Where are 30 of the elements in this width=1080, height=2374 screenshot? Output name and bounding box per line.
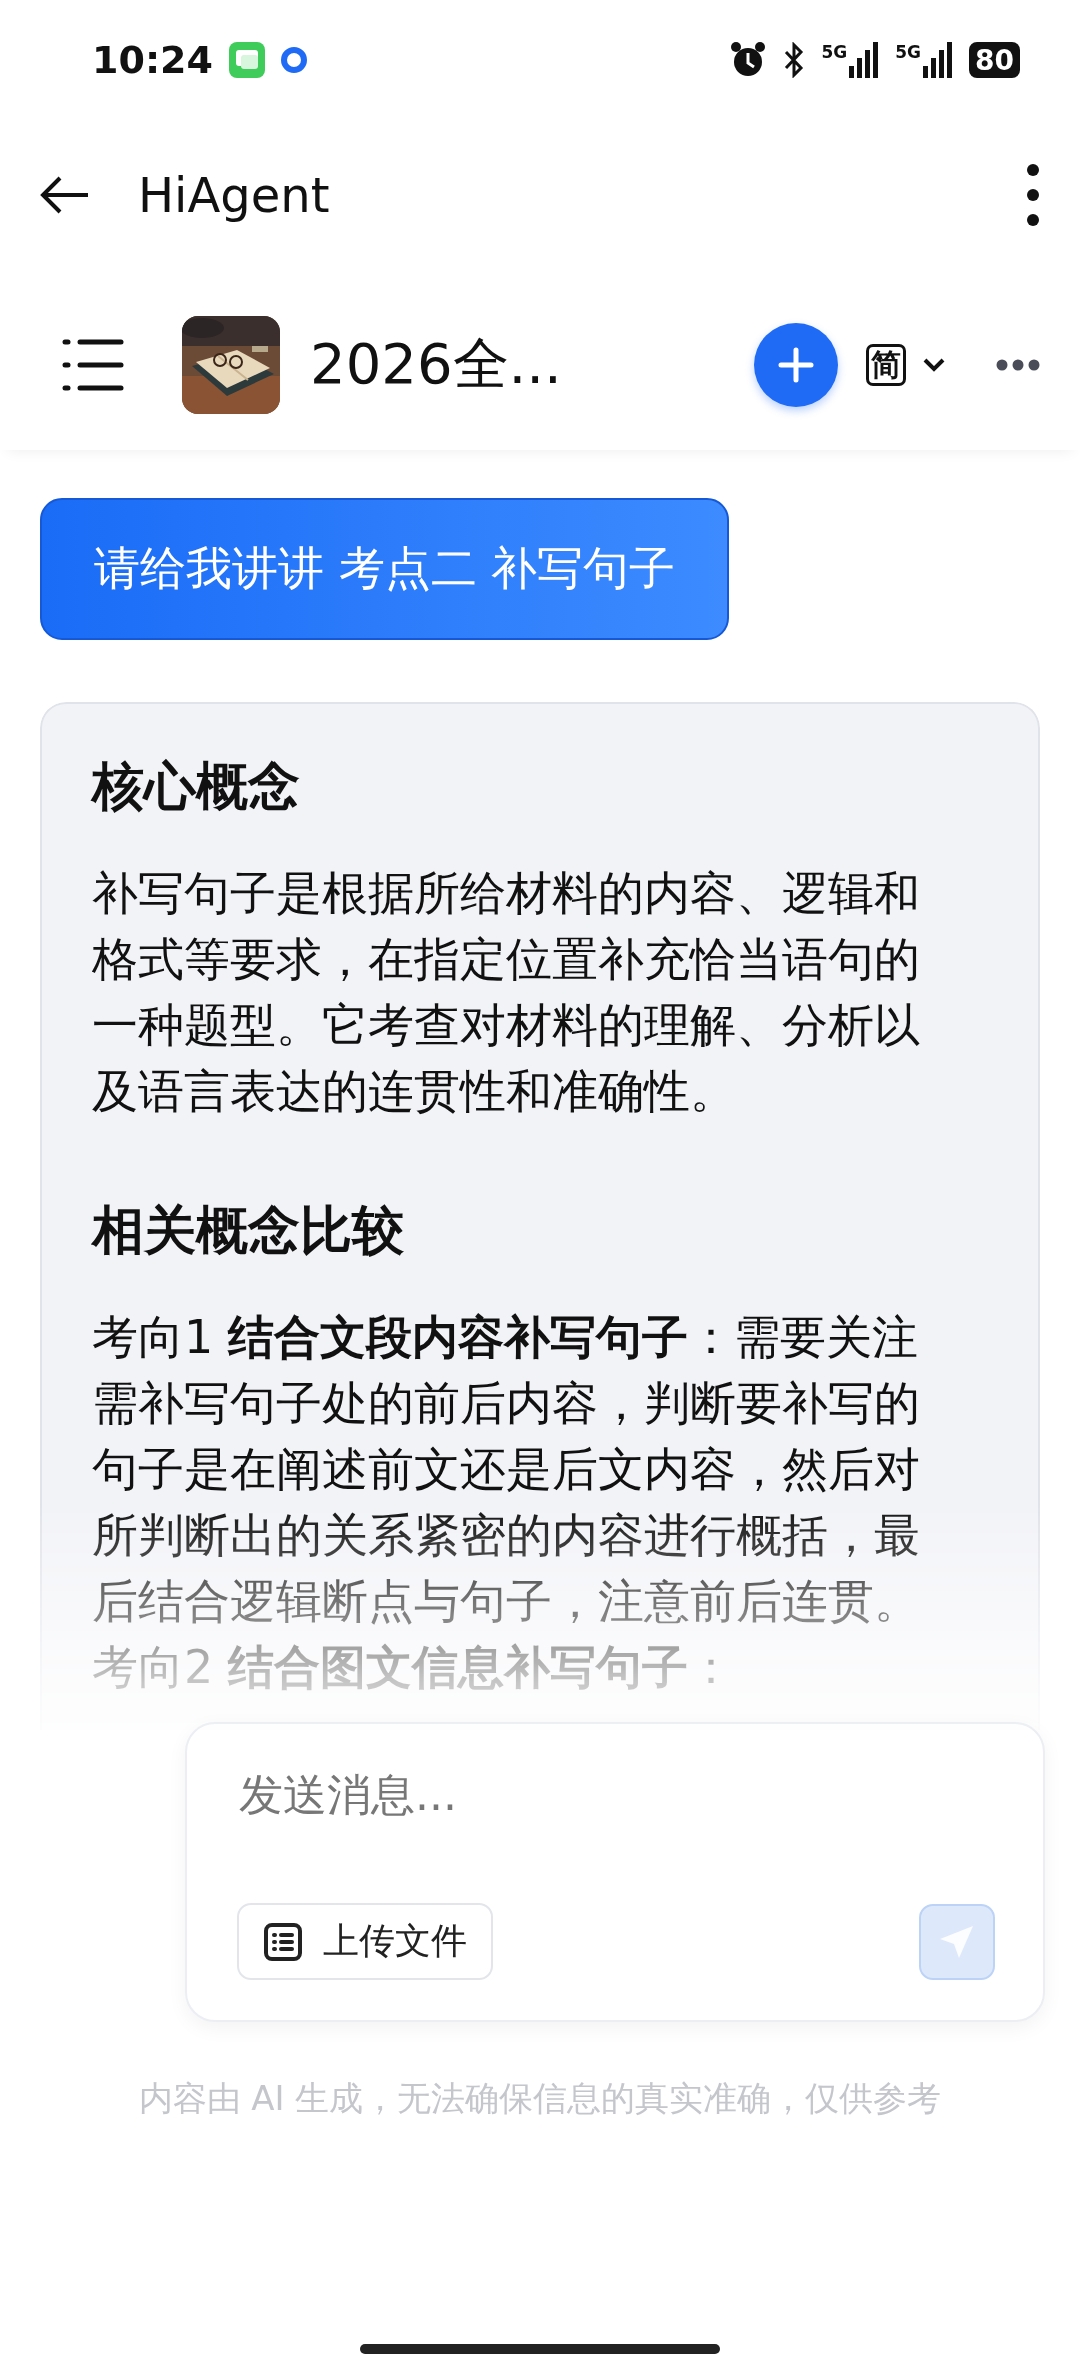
bluetooth-icon	[783, 42, 806, 78]
plus-icon	[778, 347, 814, 383]
paragraph: 考向1 结合文段内容补写句子：需要关注需补写句子处的前后内容，判断要补写的句子是在阐述前文还是后文内容，然后对所判断出的关系紧密的内容进行概括，最后结合逻辑断点与句子，注意前后连贯。	[92, 1309, 921, 1630]
chat-title: 2026全...	[310, 330, 563, 398]
language-toggle[interactable]: 简	[866, 344, 906, 386]
list-icon	[263, 1921, 303, 1962]
network-label: 5G	[821, 42, 848, 62]
signal-icon	[849, 42, 880, 78]
section-heading: 相关概念比较	[92, 1199, 405, 1262]
user-message: 请给我讲讲 考点二 补写句子	[40, 498, 730, 640]
alarm-icon	[729, 41, 768, 79]
app-title: HiAgent	[138, 167, 331, 223]
chevron-down-icon[interactable]	[922, 357, 946, 373]
section-heading: 核心概念	[92, 755, 301, 818]
ring-icon	[280, 47, 307, 73]
signal-icon	[923, 42, 954, 78]
message-field[interactable]: 发送消息...	[237, 1768, 999, 1821]
more-vertical-icon[interactable]	[1026, 163, 1040, 227]
battery-level: 80	[969, 42, 1020, 78]
upload-file-button[interactable]: 上传文件	[237, 1903, 493, 1980]
network-label: 5G	[895, 42, 922, 62]
status-time: 10:24	[92, 38, 213, 82]
messages-icon	[228, 42, 265, 78]
new-chat-button[interactable]	[754, 323, 838, 407]
back-arrow-icon[interactable]	[40, 175, 90, 215]
paragraph: 补写句子是根据所给材料的内容、逻辑和格式等要求，在指定位置补充恰当语句的一种题型。它考查对材料的理解、分析以及语言表达的连贯性和准确性。	[92, 865, 921, 1120]
menu-icon[interactable]	[62, 338, 124, 392]
paragraph: 考向2 结合图文信息补写句子：	[92, 1639, 735, 1696]
disclaimer: 内容由 AI 生成，无法确保信息的真实准确，仅供参考	[137, 2077, 943, 2120]
more-icon[interactable]	[996, 359, 1040, 371]
